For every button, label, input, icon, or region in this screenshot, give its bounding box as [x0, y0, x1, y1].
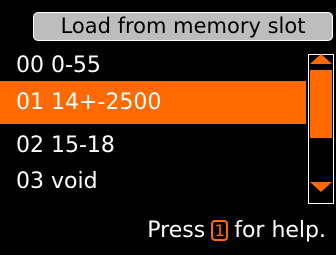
key-1-badge: 1 — [211, 219, 229, 241]
memory-slot-screen: Load from memory slot 00 0-55 01 14+-250… — [0, 0, 336, 255]
memory-slot-label: 01 14+-2500 — [16, 90, 162, 115]
title-pill: Load from memory slot — [33, 12, 333, 41]
title-bar: Load from memory slot — [0, 0, 336, 44]
memory-slot-label: 00 0-55 — [16, 53, 101, 78]
scrollbar[interactable] — [306, 44, 336, 204]
memory-slot-label: 03 void — [16, 169, 98, 194]
help-suffix: for help. — [234, 217, 326, 243]
help-prefix: Press — [147, 217, 206, 243]
scrollbar-thumb[interactable] — [310, 70, 332, 138]
page-title: Load from memory slot — [60, 14, 306, 38]
memory-slot-item[interactable]: 03 void — [0, 160, 306, 203]
memory-slot-item-selected[interactable]: 01 14+-2500 — [0, 81, 306, 124]
triangle-up-icon[interactable] — [310, 54, 332, 64]
triangle-down-icon[interactable] — [310, 182, 332, 192]
help-hint: Press 1 for help. — [0, 205, 336, 255]
memory-slot-label: 02 15-18 — [16, 133, 115, 158]
